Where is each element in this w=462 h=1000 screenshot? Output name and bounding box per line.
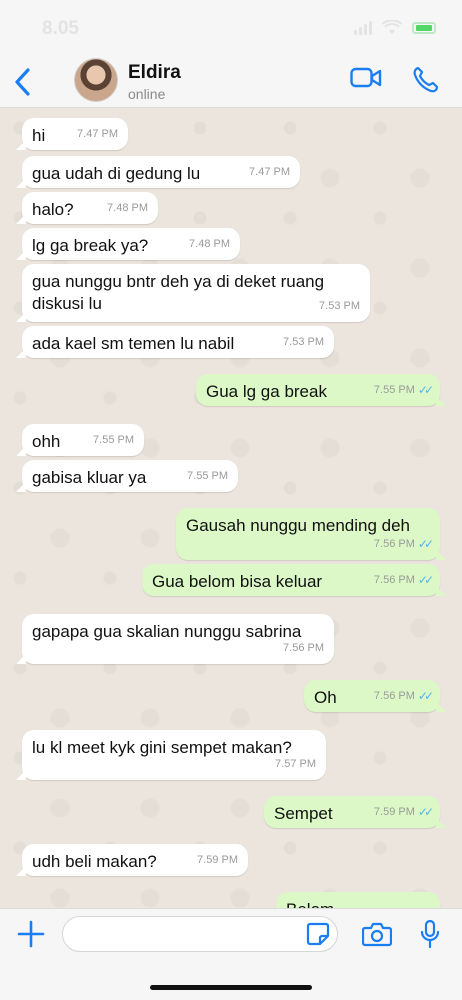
composer-bar <box>0 908 462 1000</box>
message-time: 7.48 PM <box>107 202 148 214</box>
phone-icon[interactable] <box>412 66 438 94</box>
message-outgoing[interactable]: Gua belom bisa keluar 7.56 PM ✓✓ <box>142 564 446 596</box>
message-text: halo? <box>32 200 74 219</box>
read-receipt-icon: ✓✓ <box>417 383 434 397</box>
status-icons <box>354 20 436 35</box>
cellular-signal-icon <box>354 20 372 35</box>
message-time: 7.57 PM <box>275 758 316 770</box>
message-time-text: 7.59 PM <box>373 806 415 818</box>
message-text: ada kael sm temen lu nabil <box>32 334 235 353</box>
message-incoming[interactable]: gua udah di gedung lu 7.47 PM <box>16 156 300 188</box>
message-text: lg ga break ya? <box>32 236 149 255</box>
contact-avatar[interactable] <box>74 58 118 102</box>
message-text: Gua lg ga break <box>206 382 327 401</box>
message-time: 7.53 PM <box>319 300 360 312</box>
message-text: gua udah di gedung lu <box>32 164 201 183</box>
message-time: 7.59 PM <box>197 854 238 866</box>
message-incoming[interactable]: hi 7.47 PM <box>16 118 128 150</box>
message-text: ohh <box>32 432 61 451</box>
message-time-text: 7.55 PM <box>373 384 415 396</box>
message-incoming[interactable]: lg ga break ya? 7.48 PM <box>16 228 240 260</box>
message-text: Oh <box>314 688 337 707</box>
message-time: 7.56 PM <box>283 642 324 654</box>
message-time: 7.48 PM <box>189 238 230 250</box>
chevron-left-icon[interactable] <box>10 64 36 100</box>
microphone-icon[interactable] <box>420 919 440 949</box>
message-time: 7.53 PM <box>283 336 324 348</box>
message-text: gabisa kluar ya <box>32 468 147 487</box>
message-text: Belom <box>286 900 334 908</box>
message-time: 7.56 PM ✓✓ <box>373 533 434 555</box>
message-time: 7.55 PM <box>187 470 228 482</box>
message-incoming[interactable]: gapapa gua skalian nunggu sabrina 7.56 P… <box>16 614 334 664</box>
read-receipt-icon: ✓✓ <box>417 573 434 587</box>
message-text: Sempet <box>274 804 333 823</box>
read-receipt-icon: ✓✓ <box>417 537 434 551</box>
battery-icon <box>412 21 436 34</box>
camera-icon[interactable] <box>362 921 392 947</box>
message-text: hi <box>32 126 46 145</box>
message-incoming[interactable]: halo? 7.48 PM <box>16 192 158 224</box>
message-outgoing[interactable]: Belom <box>276 892 440 908</box>
status-time: 8.05 <box>42 18 79 39</box>
message-input[interactable] <box>62 916 338 952</box>
message-text: Gua belom bisa keluar <box>152 572 323 591</box>
home-indicator <box>150 985 312 990</box>
message-incoming[interactable]: ada kael sm temen lu nabil 7.53 PM <box>16 326 334 358</box>
message-time: 7.56 PM ✓✓ <box>373 685 434 707</box>
contact-name[interactable]: Eldira <box>128 62 181 84</box>
wifi-icon <box>382 20 402 34</box>
message-outgoing[interactable]: Gua lg ga break 7.55 PM ✓✓ <box>196 374 446 406</box>
plus-icon[interactable] <box>16 919 46 949</box>
message-text: udh beli makan? <box>32 852 157 871</box>
message-incoming[interactable]: lu kl meet kyk gini sempet makan? 7.57 P… <box>16 730 326 780</box>
sticker-icon[interactable] <box>306 922 330 946</box>
contact-status: online <box>128 86 166 102</box>
message-time: 7.56 PM ✓✓ <box>373 569 434 591</box>
message-text: lu kl meet kyk gini sempet makan? <box>32 738 292 757</box>
message-incoming[interactable]: ohh 7.55 PM <box>16 424 144 456</box>
message-text: gapapa gua skalian nunggu sabrina <box>32 622 302 641</box>
status-bar: 8.05 <box>0 0 462 56</box>
message-time: 7.47 PM <box>249 166 290 178</box>
message-time-text: 7.56 PM <box>373 538 415 550</box>
chat-header: Eldira online <box>0 56 462 108</box>
message-time-text: 7.56 PM <box>373 690 415 702</box>
message-text: gua nunggu bntr deh ya di deket ruang di… <box>32 272 325 313</box>
message-incoming[interactable]: gua nunggu bntr deh ya di deket ruang di… <box>16 264 370 322</box>
read-receipt-icon: ✓✓ <box>417 689 434 703</box>
read-receipt-icon: ✓✓ <box>417 805 434 819</box>
message-outgoing[interactable]: Sempet 7.59 PM ✓✓ <box>264 796 446 828</box>
message-time: 7.59 PM ✓✓ <box>373 801 434 823</box>
message-time-text: 7.56 PM <box>373 574 415 586</box>
video-camera-icon[interactable] <box>350 66 382 90</box>
message-outgoing[interactable]: Gausah nunggu mending deh 7.56 PM ✓✓ <box>176 508 446 560</box>
message-time: 7.47 PM <box>77 128 118 140</box>
message-time: 7.55 PM ✓✓ <box>373 379 434 401</box>
message-incoming[interactable]: udh beli makan? 7.59 PM <box>16 844 248 876</box>
message-outgoing[interactable]: Oh 7.56 PM ✓✓ <box>304 680 446 712</box>
message-incoming[interactable]: gabisa kluar ya 7.55 PM <box>16 460 238 492</box>
message-list[interactable]: hi 7.47 PM gua udah di gedung lu 7.47 PM… <box>0 108 462 908</box>
message-time: 7.55 PM <box>93 434 134 446</box>
